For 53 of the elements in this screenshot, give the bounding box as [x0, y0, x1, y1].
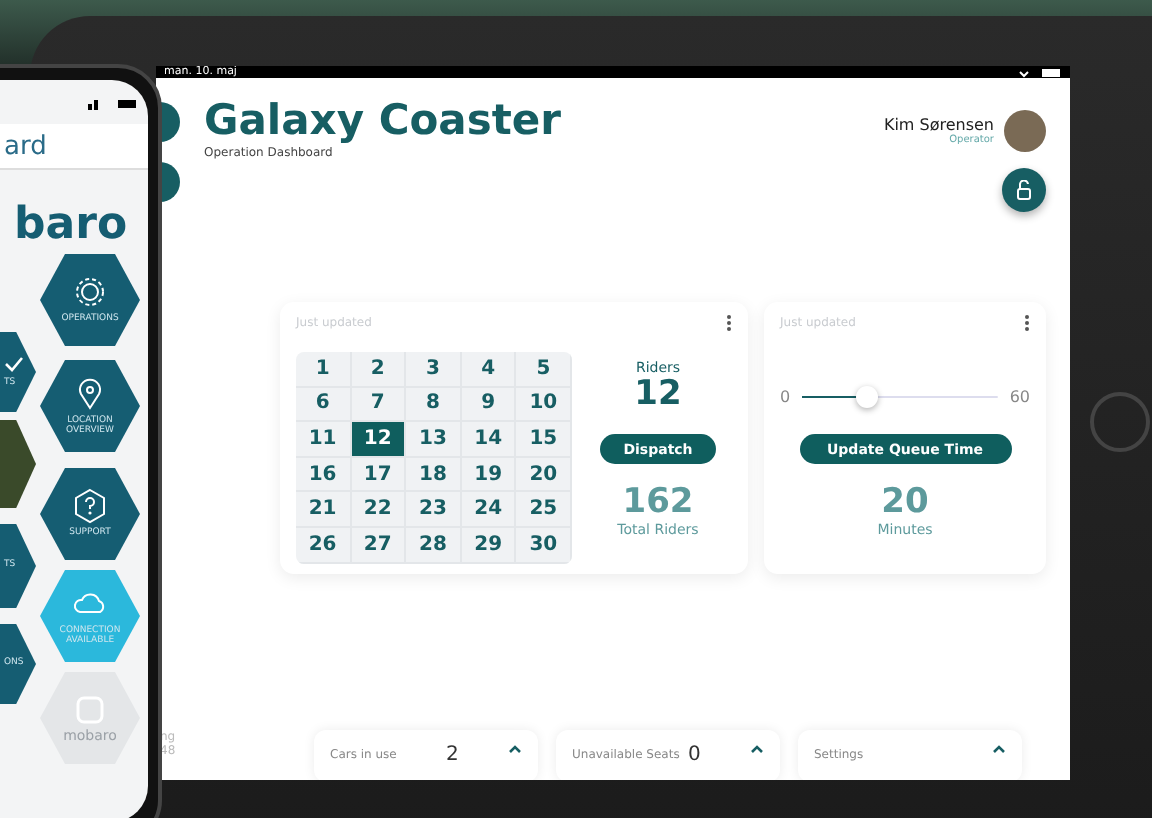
calendar-day[interactable]: 12	[351, 422, 407, 458]
total-riders-count: 162	[622, 484, 694, 522]
riders-count: 12	[634, 376, 682, 414]
calendar-day[interactable]: 10	[516, 387, 572, 423]
calendar-day[interactable]: 17	[351, 457, 407, 493]
brand-logo: baro	[14, 200, 128, 250]
calendar-day[interactable]: 21	[296, 492, 352, 528]
queue-time-value: 20	[881, 484, 929, 522]
app-logo-icon	[72, 692, 108, 729]
calendar-day[interactable]: 25	[516, 492, 572, 528]
calendar-day[interactable]: 2	[351, 352, 407, 388]
more-icon[interactable]	[1024, 314, 1030, 332]
more-icon[interactable]	[726, 314, 732, 332]
calendar-day[interactable]: 4	[461, 352, 517, 388]
calendar-day[interactable]: 24	[461, 492, 517, 528]
calendar-day[interactable]: 3	[406, 352, 462, 388]
calendar-day[interactable]: 28	[406, 527, 462, 564]
calendar-day[interactable]: 23	[406, 492, 462, 528]
calendar-day[interactable]: 18	[406, 457, 462, 493]
calendar-day[interactable]: 16	[296, 457, 352, 493]
dashboard-title: Galaxy Coaster	[204, 94, 561, 146]
calendar-day[interactable]: 26	[296, 527, 352, 564]
panel-value: 0	[688, 744, 703, 766]
calendar-day[interactable]: 6	[296, 387, 352, 423]
calendar-day[interactable]: 22	[351, 492, 407, 528]
lock-button[interactable]	[1002, 168, 1046, 212]
calendar-day[interactable]: 9	[461, 387, 517, 423]
calendar-day[interactable]: 14	[461, 422, 517, 458]
calendar-day[interactable]: 8	[406, 387, 462, 423]
calendar-day[interactable]: 30	[516, 527, 572, 564]
avatar	[1004, 109, 1046, 151]
calendar-day[interactable]: 1	[296, 352, 352, 388]
unlock-icon	[1016, 180, 1032, 200]
screen-title: ard	[4, 131, 47, 161]
chevron-up-icon[interactable]	[750, 744, 764, 754]
slider-thumb[interactable]	[856, 386, 879, 408]
calendar-day[interactable]: 15	[516, 422, 572, 458]
user-name: Kim Sørensen	[883, 115, 994, 133]
calendar-day[interactable]: 20	[516, 457, 572, 493]
checkmark-icon	[4, 354, 24, 375]
chevron-up-icon[interactable]	[508, 744, 522, 754]
slider-min-label: 0	[780, 388, 791, 406]
signal-battery-icon	[88, 98, 136, 110]
question-icon	[72, 488, 108, 525]
calendar-day[interactable]: 27	[351, 527, 407, 564]
calendar-day[interactable]: 13	[406, 422, 462, 458]
calendar-day[interactable]: 29	[461, 527, 517, 564]
slider-max-label: 60	[1009, 388, 1030, 406]
calendar-day[interactable]: 5	[516, 352, 572, 388]
panel-value: 2	[446, 744, 461, 766]
chevron-up-icon[interactable]	[992, 744, 1006, 754]
calendar-day[interactable]: 19	[461, 457, 517, 493]
gear-icon	[72, 274, 108, 311]
